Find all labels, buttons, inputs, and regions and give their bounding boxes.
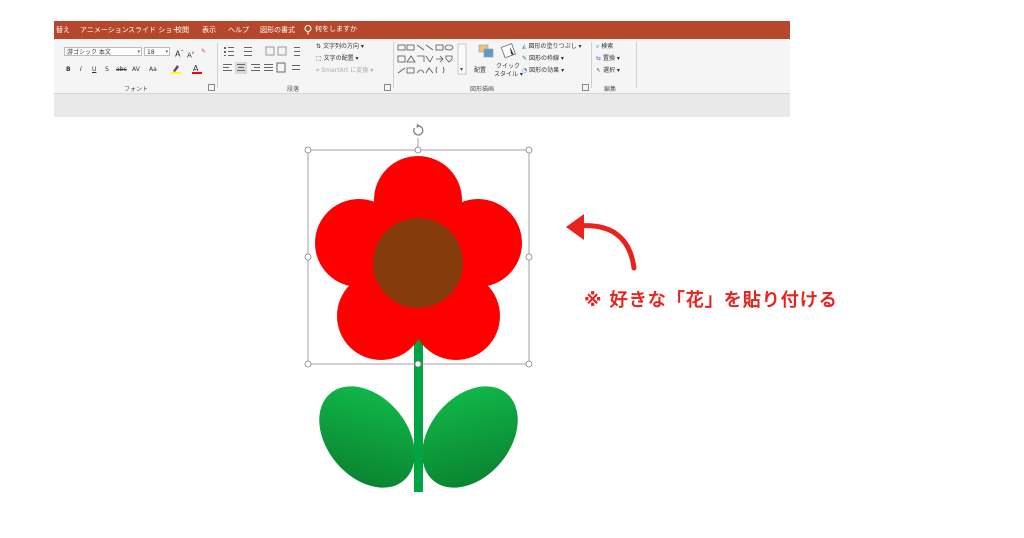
resize-handle: [525, 253, 533, 261]
stem[interactable]: [414, 322, 423, 492]
resize-handle: [414, 146, 422, 154]
resize-handle: [414, 360, 422, 368]
paste-flower-instruction: ※ 好きな「花」を貼り付ける: [584, 290, 838, 311]
resize-handle: [525, 360, 533, 368]
resize-handle: [525, 146, 533, 154]
flower-illustration: [304, 123, 637, 492]
resize-handle: [304, 360, 312, 368]
flower-center[interactable]: [373, 218, 463, 308]
resize-handle: [304, 253, 312, 261]
curved-arrow-icon: [566, 214, 637, 271]
resize-handle: [304, 146, 312, 154]
slide-canvas: 替え アニメーション スライド ショー 校閲 表示 ヘルプ 図形の書式 何をしま…: [0, 0, 1024, 538]
rotate-handle-icon[interactable]: [413, 123, 424, 136]
